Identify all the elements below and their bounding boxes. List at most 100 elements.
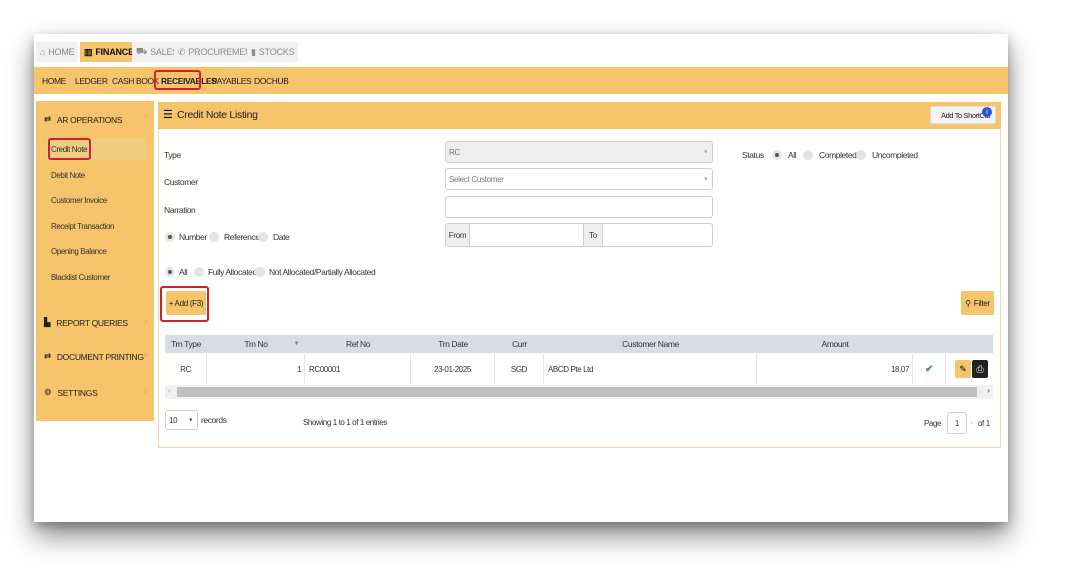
radio-alloc-fully[interactable] <box>194 267 204 277</box>
to-input[interactable] <box>604 224 712 246</box>
sidebar-section-printing[interactable]: ⇄ DOCUMENT PRINTING <box>44 351 144 362</box>
list-icon: ☰ <box>163 109 173 121</box>
chevron-down-icon: ▾ <box>704 149 707 156</box>
edit-icon[interactable]: ✎ <box>955 360 971 378</box>
radio-status-uncompleted-label: Uncompleted <box>872 150 918 160</box>
chevron-down-icon: ▾ <box>189 417 192 424</box>
subnav-ledger[interactable]: LEDGER <box>75 76 108 86</box>
cell-trn-no: 1 <box>207 354 305 384</box>
horizontal-scrollbar[interactable]: ‹ › <box>165 385 993 399</box>
col-actions <box>913 335 993 353</box>
entries-info: Showing 1 to 1 of 1 entries <box>303 418 387 427</box>
scroll-left-icon[interactable]: ‹ <box>168 386 171 395</box>
highlight-box <box>48 138 91 160</box>
subnav-home[interactable]: HOME <box>42 76 66 86</box>
chevron-right-icon: > <box>143 317 148 326</box>
subnav-cash-book[interactable]: CASH BOOK <box>112 76 159 86</box>
cell-amount: 18.07 <box>757 354 913 384</box>
customer-select[interactable]: Select Customer ▾ <box>445 168 713 190</box>
radio-alloc-not[interactable] <box>255 267 265 277</box>
module-tab-finance[interactable]: ▥ FINANCE <box>80 42 138 62</box>
info-badge: i <box>982 107 992 117</box>
next-page-icon[interactable]: › <box>970 418 973 427</box>
module-tab-stocks[interactable]: ▮ STOCKS <box>247 42 299 62</box>
radio-alloc-not-label: Not Allocated/Partially Allocated <box>269 267 376 277</box>
col-amount[interactable]: Amount <box>757 335 913 353</box>
home-icon: ⌂ <box>40 47 46 57</box>
bank-icon: ▥ <box>84 46 93 57</box>
scrollbar-thumb[interactable] <box>177 387 977 397</box>
sidebar-section-report[interactable]: ▙ REPORT QUERIES <box>44 317 128 328</box>
radio-number[interactable] <box>165 232 175 242</box>
sidebar-item-opening-balance[interactable]: Opening Balance <box>51 247 107 256</box>
radio-alloc-fully-label: Fully Allocated <box>208 267 257 277</box>
menu-icon: ⇄ <box>44 351 51 361</box>
radio-status-completed[interactable] <box>803 150 813 160</box>
page-title: Credit Note Listing <box>177 109 258 121</box>
page-number-input[interactable]: 1 <box>947 412 967 434</box>
subnav-dochub[interactable]: DOCHUB <box>254 76 289 86</box>
col-trn-date[interactable]: Trn Date <box>411 335 495 353</box>
radio-status-uncompleted[interactable] <box>856 150 866 160</box>
print-icon[interactable]: ⎙ <box>972 360 988 378</box>
radio-alloc-all-label: All <box>179 267 188 277</box>
app-window: ⌂ HOME ▥ FINANCE ⛟ SALES ✆ PROCUREMENT ▮ STOC… <box>34 34 1008 522</box>
scroll-right-icon[interactable]: › <box>987 386 990 395</box>
radio-reference-label: Reference <box>224 232 260 242</box>
chevron-right-icon: > <box>143 387 148 396</box>
page-total: of 1 <box>978 419 990 428</box>
chevron-down-icon: ▾ <box>704 176 707 183</box>
highlight-box <box>154 70 201 90</box>
radio-status-all-label: All <box>788 150 797 160</box>
menu-icon: ⇄ <box>44 114 51 124</box>
megaphone-icon: ✆ <box>178 46 186 57</box>
type-select[interactable]: RC ▾ <box>445 141 713 163</box>
radio-alloc-all[interactable] <box>165 267 175 277</box>
page-label: Page <box>924 419 942 428</box>
narration-label: Narration <box>164 205 196 215</box>
filter-button[interactable]: ⚲ Filter <box>961 291 994 315</box>
customer-label: Customer <box>164 177 198 187</box>
col-curr[interactable]: Curr <box>495 335 544 353</box>
to-label: To <box>583 224 603 246</box>
type-label: Type <box>164 150 181 160</box>
radio-reference[interactable] <box>209 232 219 242</box>
prev-page-icon[interactable]: ‹ <box>940 418 943 427</box>
radio-status-all[interactable] <box>772 150 782 160</box>
range-group: From To <box>445 223 713 247</box>
status-label: Status <box>742 150 764 160</box>
col-trn-type[interactable]: Trn Type <box>165 335 207 353</box>
cell-curr: SGD <box>495 354 544 384</box>
search-icon: ⚲ <box>965 298 971 308</box>
panel-header: ☰ Credit Note Listing Add To ShortCut i <box>158 102 1001 129</box>
col-trn-no[interactable]: Trn No ▼ <box>207 335 305 353</box>
sidebar-item-receipt-transaction[interactable]: Receipt Transaction <box>51 222 115 231</box>
sidebar-item-customer-invoice[interactable]: Customer Invoice <box>51 196 107 205</box>
cell-trn-date: 23-01-2025 <box>411 354 495 384</box>
chevron-right-icon: > <box>143 351 148 360</box>
from-input[interactable] <box>471 224 583 246</box>
gear-icon: ⚙ <box>44 387 52 397</box>
sub-nav: HOME LEDGER CASH BOOK RECEIVABLES PAYABL… <box>34 67 1008 94</box>
cell-trn-type: RC <box>165 354 207 384</box>
col-ref-no[interactable]: Ref No <box>305 335 411 353</box>
module-tab-home[interactable]: ⌂ HOME <box>36 42 79 62</box>
subnav-payables[interactable]: PAYABLES <box>212 76 252 86</box>
page-size-select[interactable]: 10 ▾ <box>165 410 198 430</box>
radio-date[interactable] <box>258 232 268 242</box>
col-customer-name[interactable]: Customer Name <box>544 335 757 353</box>
sidebar-item-debit-note[interactable]: Debit Note <box>51 171 85 180</box>
cell-customer-name: ABCD Pte Ltd <box>544 354 757 384</box>
sidebar-section-settings[interactable]: ⚙ SETTINGS <box>44 387 98 398</box>
bar-chart-icon: ▮ <box>251 46 256 57</box>
cell-ref-no: RC00001 <box>305 354 411 384</box>
module-tabs: ⌂ HOME ▥ FINANCE ⛟ SALES ✆ PROCUREMENT ▮ STOC… <box>34 34 1008 67</box>
sidebar-section-ar[interactable]: ⇄ AR OPERATIONS <box>44 114 123 125</box>
cart-icon: ⛟ <box>136 46 148 56</box>
check-icon: ✔ <box>913 354 946 384</box>
radio-number-label: Number <box>179 232 207 242</box>
narration-input[interactable] <box>445 196 713 218</box>
records-label: records <box>201 415 227 425</box>
radio-date-label: Date <box>273 232 290 242</box>
sidebar-item-blacklist-customer[interactable]: Blacklist Customer <box>51 273 110 282</box>
